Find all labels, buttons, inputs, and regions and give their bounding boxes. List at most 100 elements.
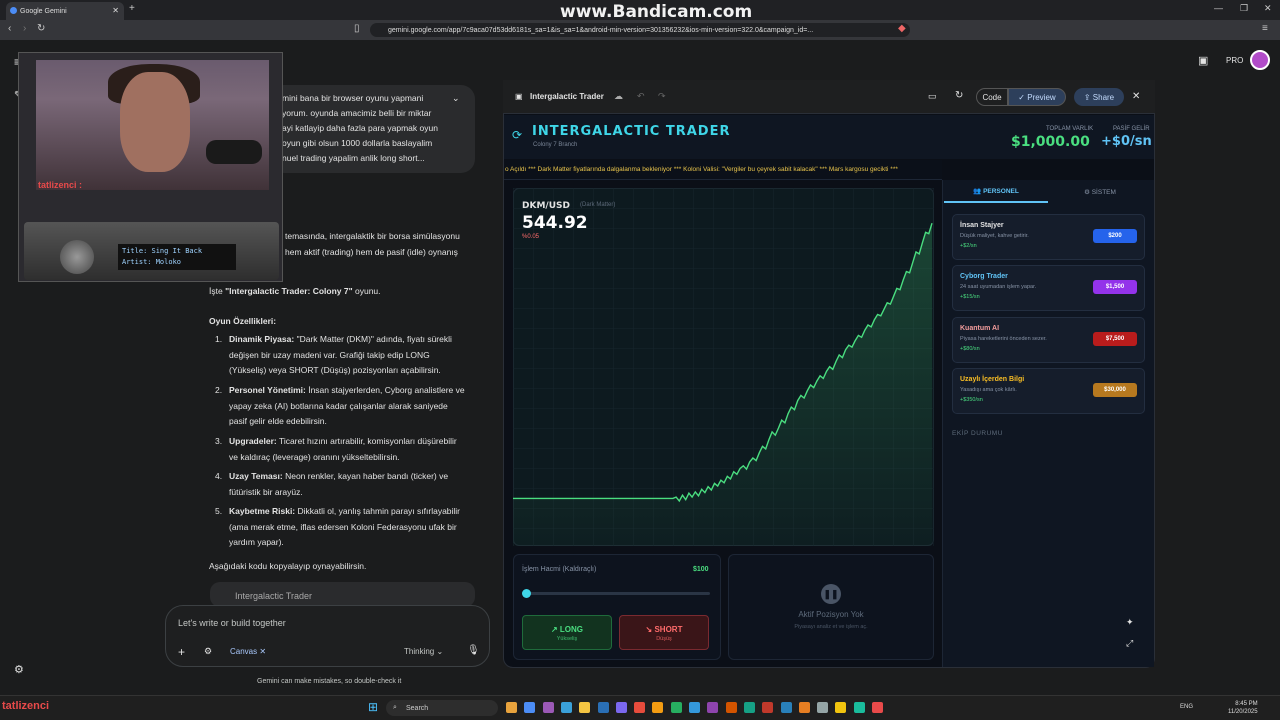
minimize-icon[interactable]: — [1214,3,1223,13]
feature-title: Dinamik Piyasa: [229,334,295,344]
volume-knob-icon [60,240,94,274]
hire-button[interactable]: $1,500 [1093,280,1137,294]
microphone-input-icon[interactable]: 🎙 [467,645,480,656]
hire-button[interactable]: $7,500 [1093,332,1137,346]
taskbar-app-icon[interactable] [670,702,682,713]
staff-rate: +$15/sn [960,294,980,300]
long-sub: Yükseliş [556,636,578,642]
canvas-gallery-icon[interactable]: ▣ [1198,54,1208,67]
volume-value: $100 [693,566,709,573]
volume-slider[interactable] [524,592,710,595]
taskbar-app-icon[interactable] [835,702,847,713]
reload-icon[interactable]: ↻ [37,23,45,34]
feature-number: 1. [215,334,223,344]
taskbar-app-icon[interactable] [634,702,646,713]
brave-shield-icon[interactable]: ◆ [898,23,906,34]
taskbar-app-icon[interactable] [853,702,865,713]
browser-menu-icon[interactable]: ≡ [1262,23,1268,34]
networth-value: $1,000.00 [1011,134,1090,150]
avatar[interactable] [1250,50,1270,70]
prompt-input-box[interactable] [165,605,490,667]
taskbar-app-icon[interactable] [817,702,829,713]
canvas-chip[interactable]: Canvas ✕ [230,647,266,656]
taskbar-app-icon[interactable] [524,702,536,713]
staff-rate: +$2/sn [960,243,977,249]
feature-line: Upgradeler: Ticaret hızını artırabilir, … [229,436,457,446]
close-tab-icon[interactable]: ✕ [112,6,119,15]
close-canvas-icon[interactable]: ✕ [1132,91,1140,102]
canvas-title: Intergalactic Trader [530,92,604,101]
staff-card: İnsan Stajyer Düşük maliyet, kahve getiri… [952,214,1145,260]
feature-line: (ama merak etme, iflas edersen Koloni Fe… [229,521,457,532]
hire-button[interactable]: $200 [1093,229,1137,243]
volume-slider-handle[interactable] [522,589,531,598]
feature-text: Dikkatli ol, yanlış tahmin parayı sıfırl… [297,506,461,516]
sparkle-icon[interactable]: ✦ [1126,617,1134,628]
taskbar-app-icon[interactable] [506,702,517,713]
taskbar-app-icon[interactable] [762,702,774,713]
tab-personel[interactable]: 👥 PERSONEL [944,181,1048,203]
taskbar-app-icon[interactable] [798,702,810,713]
tab-sistem[interactable]: ⚙ SİSTEM [1050,181,1150,203]
add-icon[interactable]: + [178,645,185,659]
url-field[interactable]: gemini.google.com/app/7c9aca07d53dd6181s… [370,23,910,37]
browser-tab[interactable]: Google Gemini ✕ [6,2,124,20]
forward-icon[interactable]: › [23,23,26,34]
short-button[interactable]: ↘ SHORT Düşüş [619,615,709,650]
screenshot-icon[interactable]: ▭ [928,91,937,102]
user-message-line: oyun gibi olsun 1000 dollarla baslayalim [282,138,433,148]
settings-gear-icon[interactable]: ⚙ [14,663,24,676]
response-game-name: "Intergalactic Trader: Colony 7" [225,286,353,296]
back-icon[interactable]: ‹ [8,23,11,34]
tab-title: Google Gemini [20,7,67,15]
taskbar-app-icon[interactable] [743,702,755,713]
tools-icon[interactable]: ⚙ [204,646,212,657]
feature-number: 2. [215,385,223,395]
volume-label: İşlem Hacmi (Kaldıraçlı) [522,566,597,573]
redo-icon[interactable]: ↷ [658,91,666,102]
taskbar-app-icon[interactable] [579,702,591,713]
feature-line: pasif gelir elde edebilirsin. [229,416,327,426]
staff-name: Kuantum AI [960,325,1000,332]
position-title: Aktif Pozisyon Yok [798,610,864,619]
start-icon[interactable]: ⊞ [368,700,378,714]
webcam-person-face [120,72,190,172]
taskbar-app-icon[interactable] [780,702,792,713]
new-tab-icon[interactable]: + [129,3,135,14]
share-button[interactable]: ⇪ Share [1074,88,1124,106]
user-message-bubble: mini bana bir browser oyunu yapmani yoru… [270,85,475,173]
long-button[interactable]: ↗ LONG Yükseliş [522,615,612,650]
taskbar-app-icon[interactable] [689,702,700,713]
clock-date: 11/20/2025 [1228,709,1258,715]
taskbar-app-icon[interactable] [872,702,883,713]
code-button[interactable]: Code [976,88,1008,106]
staff-rate: +$350/sn [960,397,983,403]
gemini-favicon-icon [10,7,17,14]
expand-chevron-icon[interactable]: ⌄ [452,93,460,104]
taskbar-app-icon[interactable] [725,702,737,713]
pro-badge: PRO [1226,56,1244,65]
maximize-icon[interactable]: ❐ [1240,3,1248,14]
taskbar-app-icon[interactable] [597,702,609,713]
bookmark-icon[interactable]: ▯ [354,23,360,34]
mode-selector[interactable]: Thinking ⌄ [404,647,443,656]
taskbar-search[interactable]: ⌕ Search [386,700,498,716]
taskbar-app-icon[interactable] [652,702,664,713]
refresh-icon[interactable]: ↻ [955,90,963,101]
taskbar-app-icon[interactable] [560,702,572,713]
window-close-icon[interactable]: ✕ [1264,3,1272,14]
taskbar-app-icon[interactable] [542,702,554,713]
pair-label: DKM/USD [522,201,570,211]
preview-button[interactable]: ✓ Preview [1008,88,1066,106]
price-chart-svg [513,188,934,546]
long-label: ↗ LONG [550,625,584,634]
undo-icon[interactable]: ↶ [637,91,645,102]
expand-icon[interactable]: ⤢ [1126,638,1133,649]
response-game-post: oyunu. [352,286,381,296]
feature-line: yapay zeka (AI) botlarına kadar çalışanl… [229,400,448,411]
feature-line: Uzay Teması: Neon renkler, kayan haber b… [229,471,448,481]
hire-button[interactable]: $30,000 [1093,383,1137,397]
taskbar-app-icon[interactable] [707,702,719,713]
taskbar-app-icon[interactable] [615,702,627,713]
feature-text: Neon renkler, kayan haber bandı (ticker)… [285,471,449,481]
